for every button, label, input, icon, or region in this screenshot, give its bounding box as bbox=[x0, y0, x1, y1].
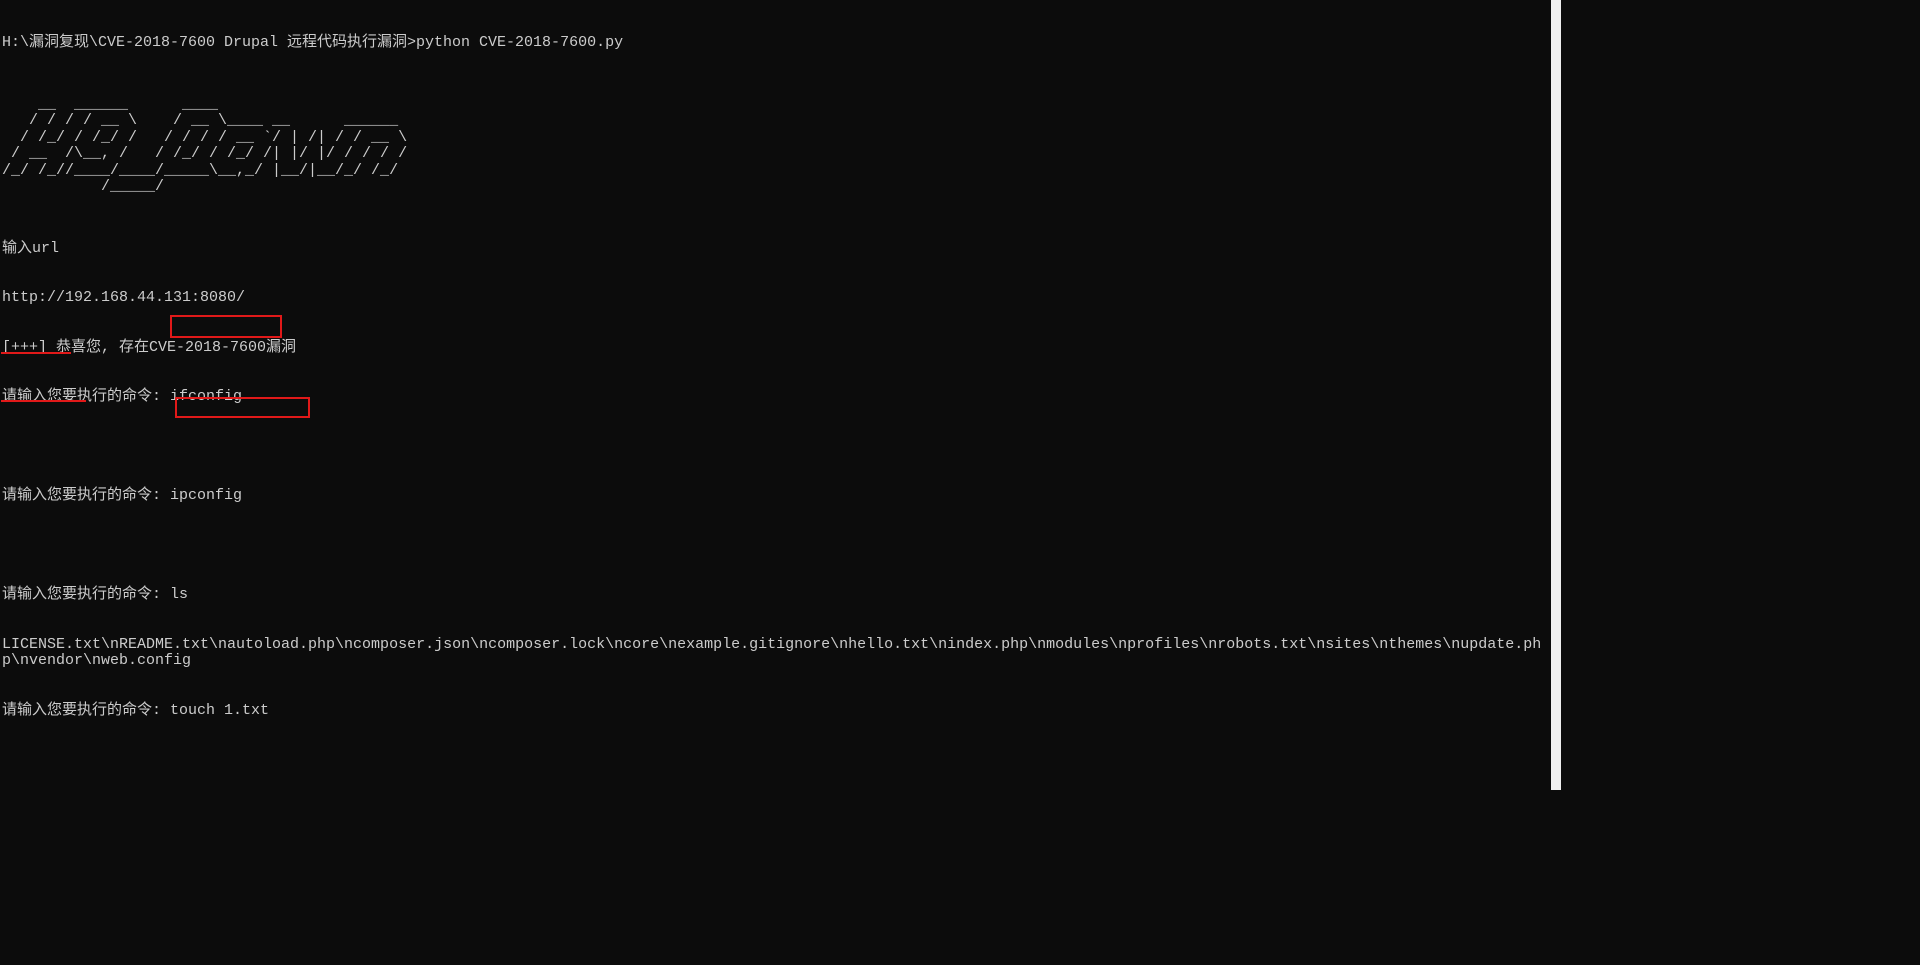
cmd-value-1: ifconfig bbox=[170, 388, 242, 405]
cmd-label: 请输入您要执行的命令: bbox=[2, 388, 170, 405]
cmd-prompt-2: 请输入您要执行的命令: ipconfig bbox=[2, 488, 1549, 505]
scrollbar[interactable] bbox=[1551, 0, 1561, 790]
cmd-prompt-4: 请输入您要执行的命令: touch 1.txt bbox=[2, 703, 1549, 720]
ls-output-1: LICENSE.txt\nREADME.txt\nautoload.php\nc… bbox=[2, 637, 1549, 670]
cmd-prompt-1: 请输入您要执行的命令: ifconfig bbox=[2, 389, 1549, 406]
ascii-art-banner: __ ______ ____ / / / / __ \ / __ \____ _… bbox=[2, 97, 1549, 196]
cmd-value-2: ipconfig bbox=[170, 487, 242, 504]
blank bbox=[2, 538, 1549, 555]
blank bbox=[2, 439, 1549, 456]
input-url-value: http://192.168.44.131:8080/ bbox=[2, 290, 1549, 307]
cmd-label: 请输入您要执行的命令: bbox=[2, 702, 170, 719]
cmd-value-4: touch 1.txt bbox=[170, 702, 269, 719]
cmd-value-3: ls bbox=[170, 586, 188, 603]
prompt-line: H:\漏洞复现\CVE-2018-7600 Drupal 远程代码执行漏洞>py… bbox=[2, 35, 1549, 52]
cmd-label: 请输入您要执行的命令: bbox=[2, 586, 170, 603]
terminal-window[interactable]: H:\漏洞复现\CVE-2018-7600 Drupal 远程代码执行漏洞>py… bbox=[0, 0, 1551, 790]
cmd-prompt-3: 请输入您要执行的命令: ls bbox=[2, 587, 1549, 604]
congrats-line: [+++] 恭喜您, 存在CVE-2018-7600漏洞 bbox=[2, 340, 1549, 357]
blank bbox=[2, 752, 1549, 769]
input-url-label: 输入url bbox=[2, 241, 1549, 258]
cmd-label: 请输入您要执行的命令: bbox=[2, 487, 170, 504]
